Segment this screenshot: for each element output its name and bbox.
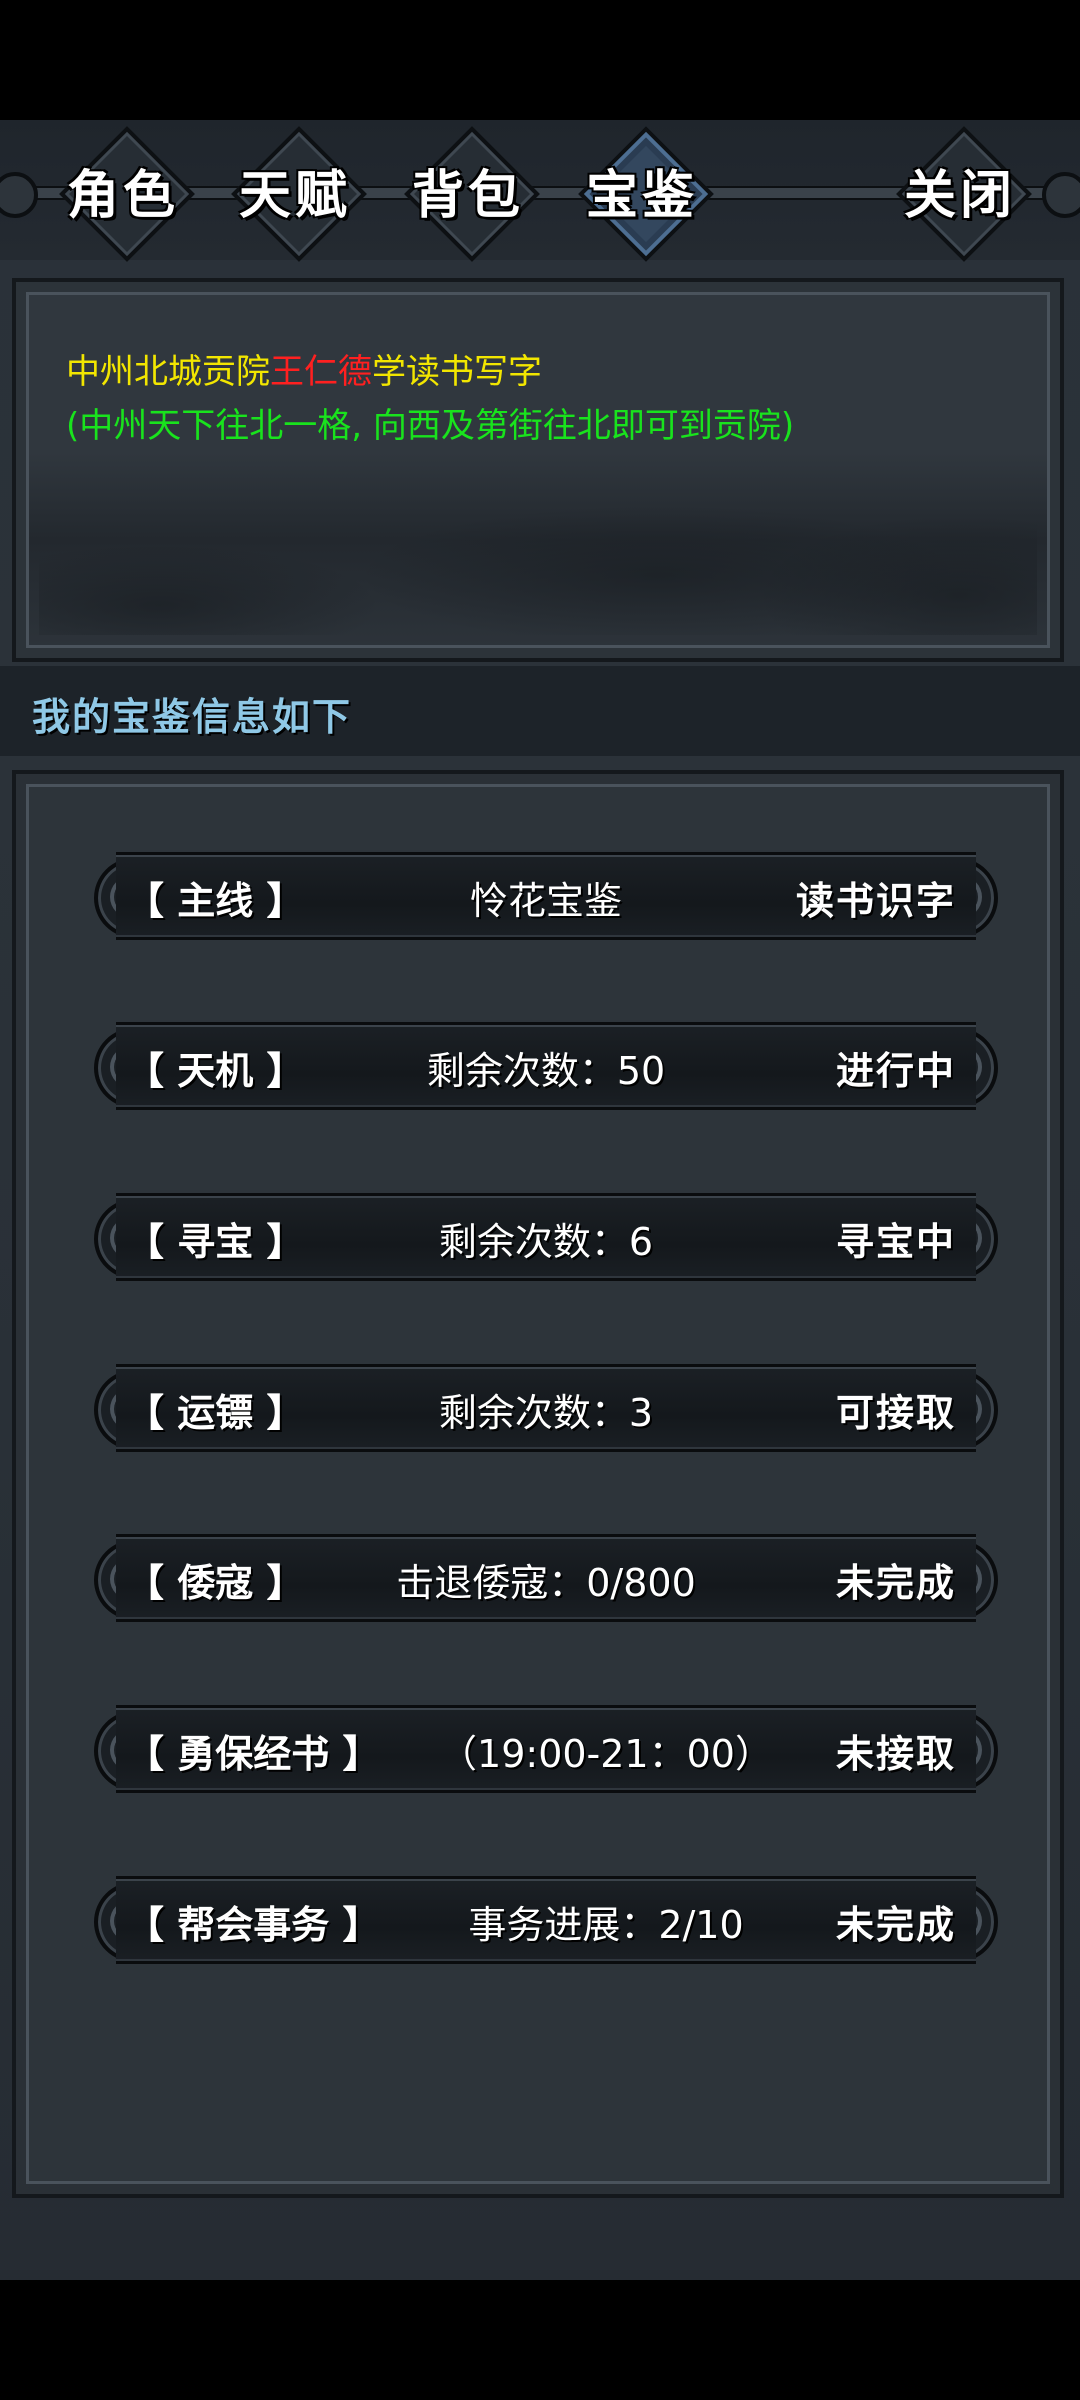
- objective-location-line: 中州北城贡院王仁德学读书写字: [66, 344, 542, 393]
- tab-inventory[interactable]: 背包: [403, 126, 540, 262]
- quest-row-main[interactable]: 【 主线 】 怜花宝鉴 读书识字: [76, 846, 1016, 946]
- quest-status: 未接取: [835, 1732, 956, 1776]
- quest-row-guild-affairs[interactable]: 【 帮会事务 】 事务进展：2/10 未完成: [76, 1870, 1016, 1970]
- rail-ornament-right: [1042, 172, 1080, 218]
- close-button[interactable]: 关闭: [895, 126, 1032, 262]
- tab-label: 背包: [411, 165, 524, 226]
- tab-bar: 角色 天赋 背包 宝鉴 关闭: [0, 120, 1080, 262]
- objective-location: 中州北城贡院: [66, 352, 270, 392]
- quest-list-panel: 【 主线 】 怜花宝鉴 读书识字 【 天机 】 剩余次数：50 进行中 【 寻宝…: [12, 770, 1064, 2198]
- quest-row-pirates[interactable]: 【 倭寇 】 击退倭寇：0/800 未完成: [76, 1528, 1016, 1628]
- objective-action: 学读书写字: [372, 352, 542, 392]
- quest-status: 进行中: [835, 1049, 956, 1093]
- objective-panel: 中州北城贡院王仁德学读书写字 (中州天下往北一格, 向西及第街往北即可到贡院): [12, 278, 1064, 662]
- quest-row-escort[interactable]: 【 运镖 】 剩余次数：3 可接取: [76, 1358, 1016, 1458]
- tab-treasure-guide[interactable]: 宝鉴: [577, 126, 714, 262]
- close-label: 关闭: [903, 165, 1016, 226]
- quest-row-tianji[interactable]: 【 天机 】 剩余次数：50 进行中: [76, 1016, 1016, 1116]
- objective-directions: (中州天下往北一格, 向西及第街往北即可到贡院): [66, 406, 795, 446]
- quest-list-inner: [26, 784, 1050, 2184]
- tab-character[interactable]: 角色: [58, 126, 195, 262]
- tab-label: 角色: [66, 165, 179, 226]
- tab-talent[interactable]: 天赋: [230, 126, 367, 262]
- rail-ornament-left: [0, 172, 38, 218]
- quest-status: 未完成: [835, 1903, 956, 1947]
- section-header: 我的宝鉴信息如下: [0, 666, 1080, 756]
- quest-row-treasure-hunt[interactable]: 【 寻宝 】 剩余次数：6 寻宝中: [76, 1187, 1016, 1287]
- landscape-background: [39, 485, 1037, 635]
- quest-status: 可接取: [835, 1391, 956, 1435]
- quest-row-sutra-guard[interactable]: 【 勇保经书 】 （19:00-21：00） 未接取: [76, 1699, 1016, 1799]
- game-screen: 角色 天赋 背包 宝鉴 关闭 中州北城贡院王仁德学读书写字 (中州天下往北一格,…: [0, 120, 1080, 2280]
- quest-status: 读书识字: [795, 879, 956, 923]
- section-title: 我的宝鉴信息如下: [32, 695, 353, 739]
- quest-status: 寻宝中: [835, 1220, 956, 1264]
- quest-status: 未完成: [835, 1561, 956, 1605]
- tab-label: 天赋: [238, 165, 351, 226]
- objective-npc-name[interactable]: 王仁德: [270, 352, 372, 392]
- tab-label: 宝鉴: [585, 165, 698, 226]
